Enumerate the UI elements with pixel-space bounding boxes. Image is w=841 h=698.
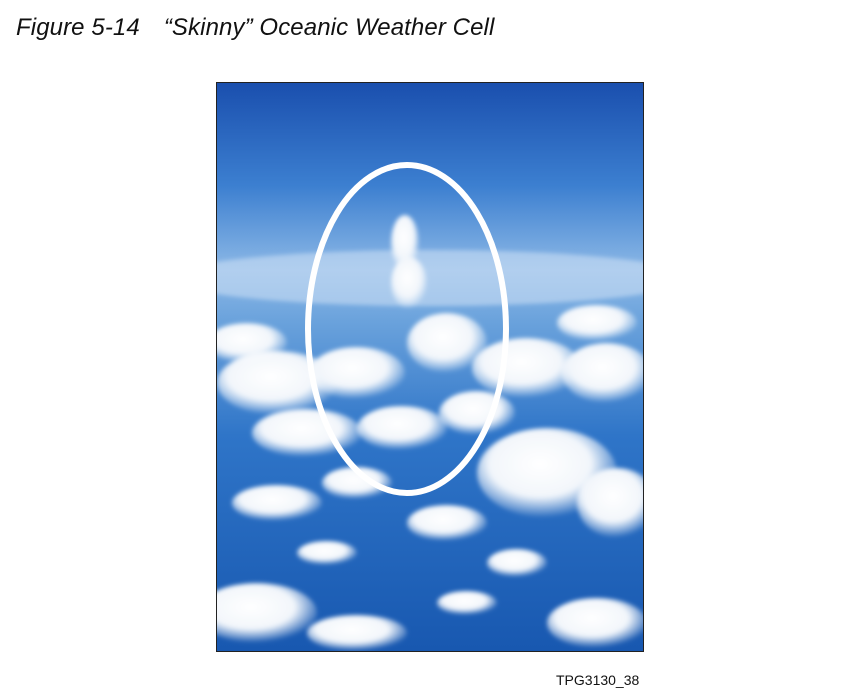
figure-number: Figure 5-14 xyxy=(16,14,140,41)
weather-cell-photo xyxy=(216,82,644,652)
figure-code: TPG3130_38 xyxy=(556,672,640,688)
figure-title: Figure 5-14 “Skinny” Oceanic Weather Cell xyxy=(16,14,494,42)
figure-caption: “Skinny” Oceanic Weather Cell xyxy=(163,14,495,41)
